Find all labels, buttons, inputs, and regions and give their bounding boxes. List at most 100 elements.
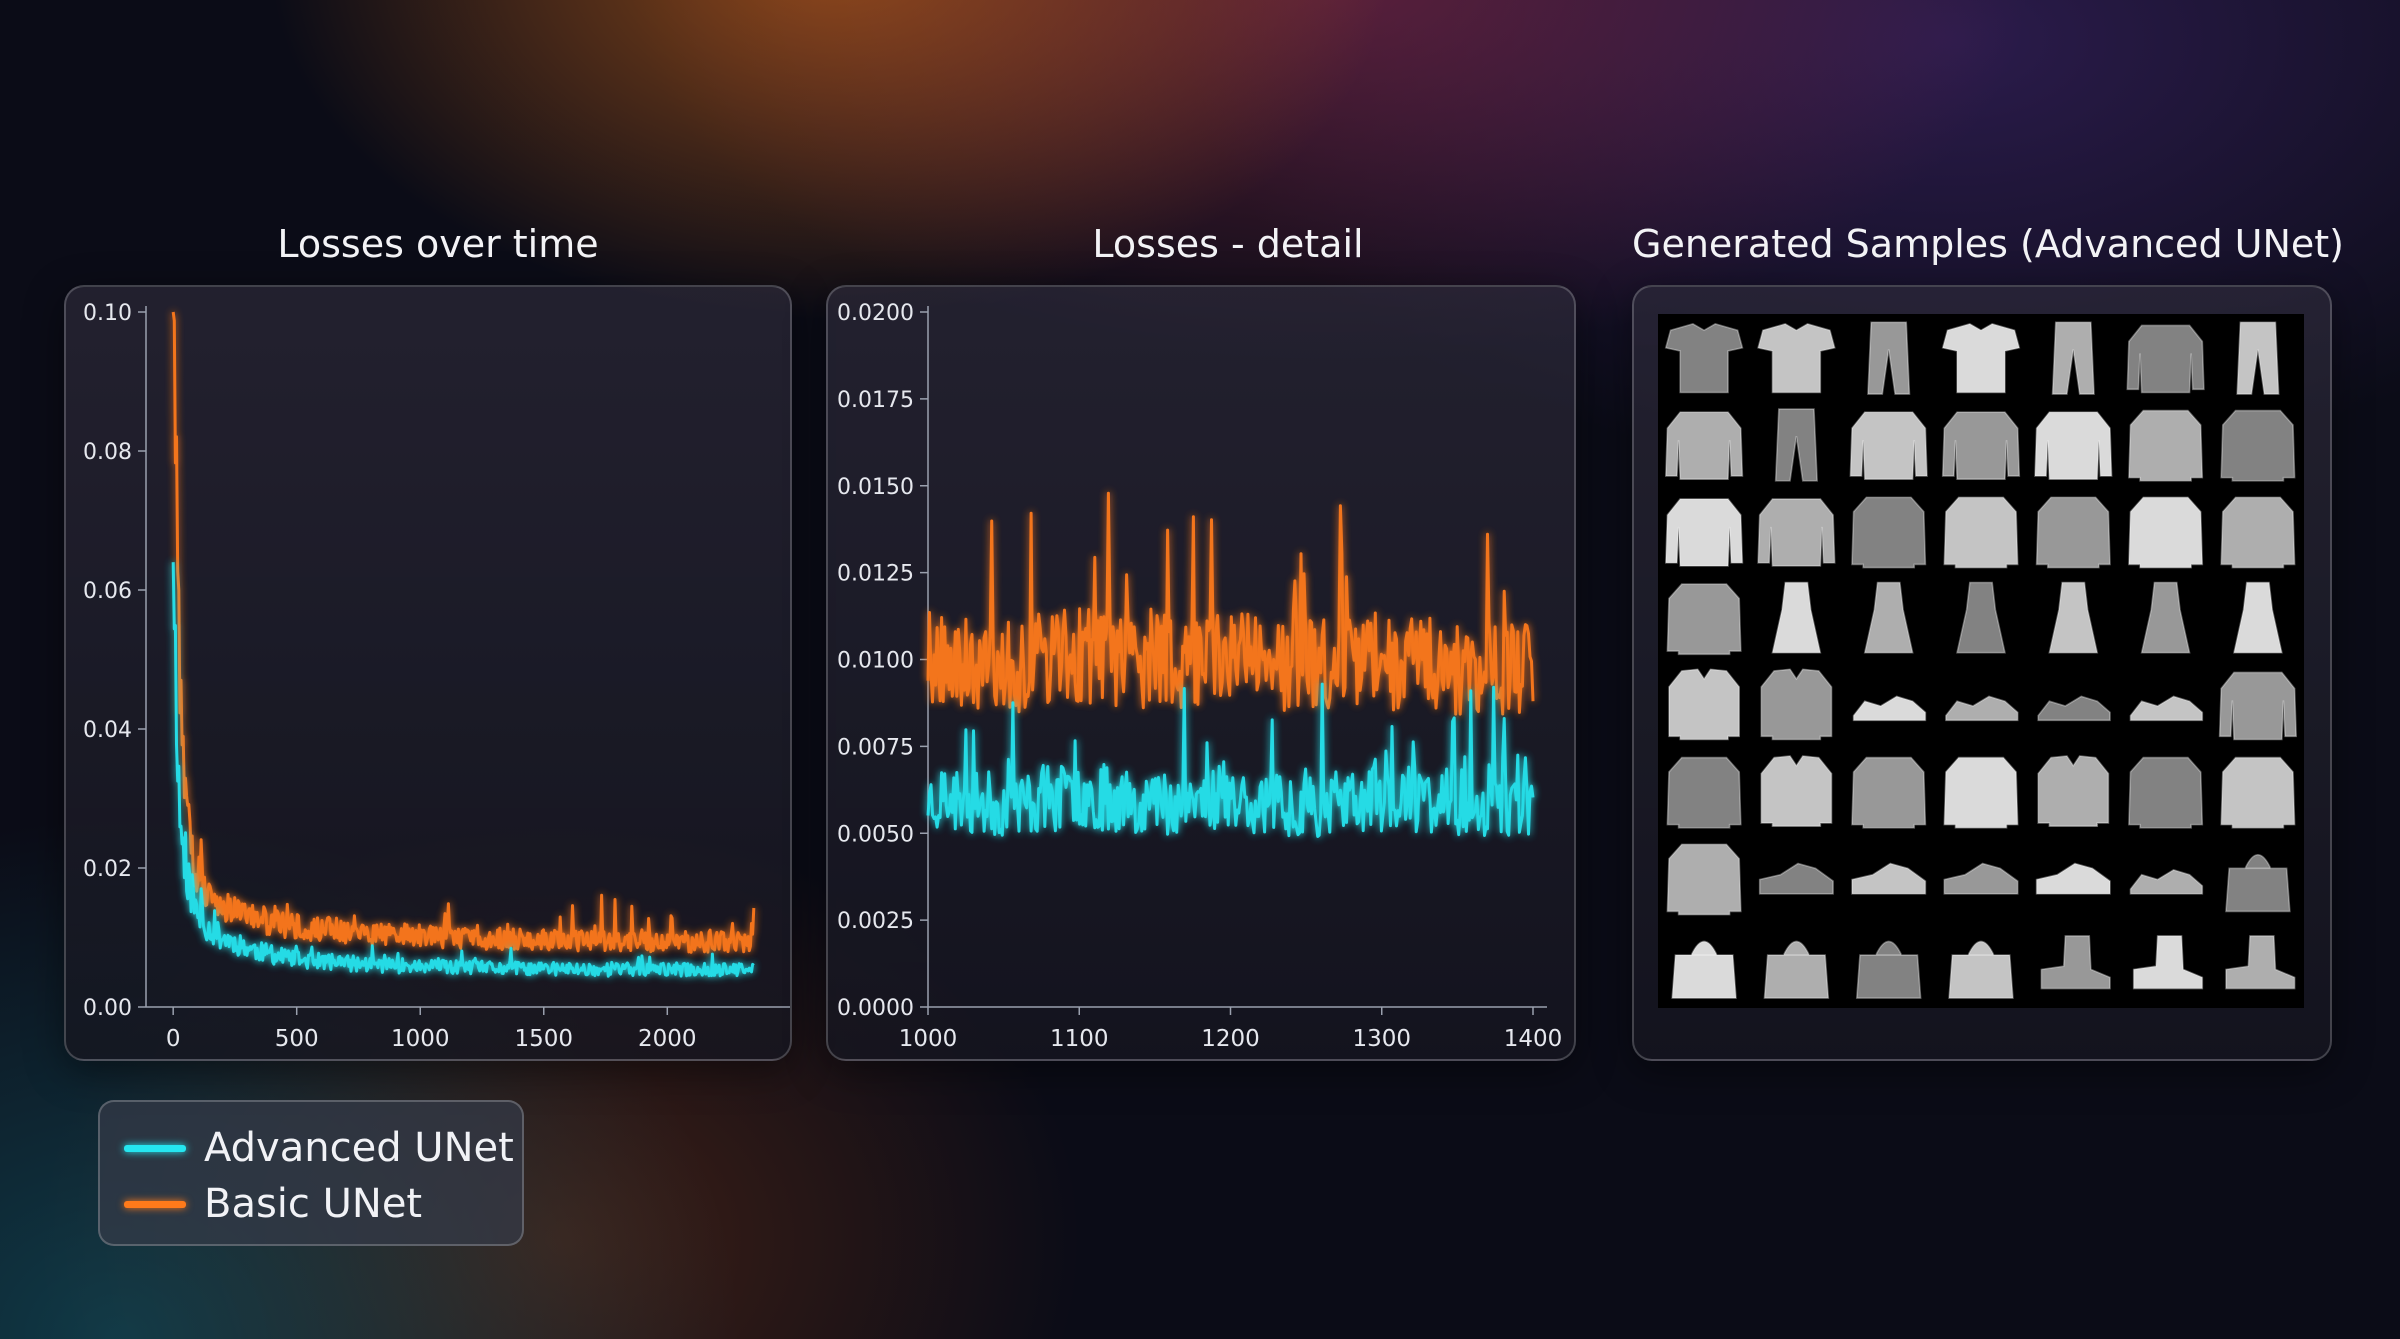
x-tick-label: 0: [166, 1026, 181, 1052]
sample-tshirt: [1664, 323, 1744, 394]
sample-dress: [1956, 581, 2006, 654]
sample-ankle-boot: [2132, 935, 2204, 990]
sample-sandal: [1945, 695, 2019, 722]
y-tick-label: 0.00: [83, 996, 132, 1021]
sample-sneaker: [1851, 862, 1927, 895]
sample-coat: [1943, 496, 2019, 569]
sample-trouser: [2236, 321, 2280, 395]
sample-trouser: [1867, 321, 1911, 395]
x-tick-label: 1200: [1201, 1026, 1260, 1052]
sample-pullover: [2126, 324, 2205, 394]
x-tick-label: 2000: [638, 1026, 697, 1052]
sample-sneaker: [1943, 862, 2019, 895]
x-tick-label: 1000: [899, 1026, 958, 1052]
chart-title-losses-detail: Losses - detail: [1092, 222, 1364, 266]
sample-dress: [1863, 581, 1914, 654]
sample-coat: [1851, 496, 1927, 569]
y-tick-label: 0.0150: [837, 475, 914, 500]
sample-bag: [1671, 940, 1737, 999]
sample-pullover: [2218, 671, 2298, 741]
series-line-basic-unet: [171, 311, 756, 954]
sample-bag: [1763, 940, 1830, 999]
sample-shirt: [2037, 755, 2110, 828]
losses-over-time-chart: 0.00 0.02 0.04 0.06 0.08 0.10 0 500 1000 1500 2000: [83, 301, 790, 1052]
x-tick-label: 1400: [1504, 1026, 1563, 1052]
sample-coat: [1851, 756, 1927, 829]
sample-coat: [1943, 756, 2019, 829]
y-tick-label: 0.02: [83, 857, 132, 882]
sample-dress: [2232, 581, 2283, 654]
sample-coat: [1666, 583, 1742, 656]
samples-title: Generated Samples (Advanced UNet): [1632, 222, 2344, 266]
sample-sandal: [2129, 695, 2204, 722]
sample-coat: [2128, 409, 2204, 482]
legend-item-basic-unet: Basic UNet: [124, 1181, 422, 1227]
sample-pullover: [1664, 411, 1744, 481]
losses-detail-chart: 0.0000 0.0025 0.0050 0.0075 0.0100 0.0125 0.01…: [837, 301, 1563, 1052]
sample-bag: [2225, 853, 2291, 913]
sample-sandal: [1852, 695, 1927, 722]
generated-samples-grid: [1658, 314, 2304, 1008]
legend-label-basic: Basic UNet: [204, 1181, 423, 1227]
x-tick-label: 1100: [1050, 1026, 1109, 1052]
sample-dress: [2140, 581, 2191, 654]
sample-coat: [2128, 756, 2204, 829]
sample-tshirt: [1757, 323, 1836, 394]
series-line-basic-unet: [926, 491, 1535, 716]
series-line-advanced-unet: [171, 562, 755, 978]
sample-pullover: [1941, 411, 2021, 481]
sample-tshirt: [1941, 323, 2021, 394]
legend-swatch-basic: [124, 1200, 186, 1208]
sample-pullover: [1757, 498, 1836, 567]
sample-sneaker: [1758, 862, 1834, 895]
sample-sneaker: [2035, 862, 2111, 895]
sample-shirt: [1760, 668, 1833, 741]
sample-pullover: [2034, 411, 2113, 481]
y-tick-label: 0.04: [83, 718, 132, 743]
sample-sandal: [2129, 869, 2204, 895]
sample-bag: [1948, 940, 2014, 999]
y-tick-label: 0.0175: [837, 388, 914, 413]
sample-coat: [2220, 756, 2296, 829]
y-tick-label: 0.0075: [837, 735, 914, 760]
sample-trouser: [1774, 408, 1818, 482]
chart-title-losses-over-time: Losses over time: [277, 222, 599, 266]
samples-image-grid: [1664, 321, 2298, 999]
sample-coat: [2220, 409, 2296, 482]
chart-panel-losses-over-time: 0.00 0.02 0.04 0.06 0.08 0.10 0 500 1000 1500 2000: [64, 285, 792, 1061]
sample-pullover: [1849, 411, 1928, 481]
y-tick-label: 0.0125: [837, 562, 914, 587]
legend-swatch-advanced: [124, 1144, 186, 1152]
x-tick-label: 1000: [391, 1026, 450, 1052]
sample-bag: [1855, 940, 1922, 999]
sample-coat: [2035, 496, 2111, 569]
sample-dress: [2048, 581, 2099, 654]
y-tick-label: 0.0100: [837, 649, 914, 674]
x-tick-label: 1500: [514, 1026, 573, 1052]
sample-ankle-boot: [2040, 935, 2111, 990]
legend-label-advanced: Advanced UNet: [204, 1125, 514, 1171]
y-tick-label: 0.10: [83, 301, 132, 326]
sample-sandal: [2037, 695, 2111, 722]
sample-dress: [1771, 581, 1822, 654]
sample-coat: [2128, 496, 2204, 569]
y-tick-label: 0.0050: [837, 822, 914, 847]
sample-ankle-boot: [2225, 935, 2296, 990]
sample-trouser: [2051, 321, 2095, 395]
sample-coat: [1666, 843, 1742, 916]
sample-coat: [2220, 496, 2296, 569]
sample-pullover: [1664, 498, 1744, 567]
legend: Advanced UNet Basic UNet: [98, 1100, 524, 1246]
legend-item-advanced-unet: Advanced UNet: [124, 1125, 514, 1171]
y-tick-label: 0.08: [83, 440, 132, 465]
x-tick-label: 1300: [1352, 1026, 1411, 1052]
sample-shirt: [1760, 755, 1833, 828]
y-tick-label: 0.0000: [837, 996, 914, 1021]
y-tick-label: 0.0200: [837, 301, 914, 326]
sample-shirt: [1668, 668, 1741, 741]
y-tick-label: 0.06: [83, 579, 132, 604]
sample-coat: [1666, 756, 1742, 829]
y-tick-label: 0.0025: [837, 909, 914, 934]
chart-panel-losses-detail: 0.0000 0.0025 0.0050 0.0075 0.0100 0.0125 0.01…: [826, 285, 1576, 1061]
x-tick-label: 500: [275, 1026, 319, 1052]
